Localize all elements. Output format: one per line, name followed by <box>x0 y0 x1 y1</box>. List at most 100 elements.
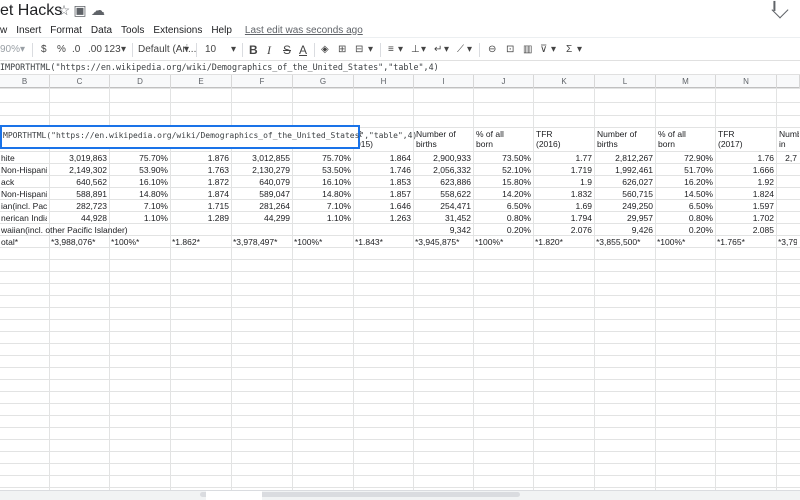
data-cell[interactable]: 52.10% <box>475 165 531 175</box>
column-header-n[interactable]: N <box>716 75 777 88</box>
data-cell[interactable]: 16.10% <box>111 177 168 187</box>
data-cell[interactable]: 282,723 <box>51 201 107 211</box>
text-wrapping-icon[interactable]: ↵ <box>434 42 442 58</box>
data-cell[interactable]: 1.69 <box>535 201 592 211</box>
data-cell[interactable]: 2.085 <box>717 225 774 235</box>
column-label-cell[interactable]: TFR (2016) <box>536 129 594 151</box>
data-cell[interactable]: 1.263 <box>355 213 411 223</box>
data-cell[interactable]: *3,791 <box>778 237 797 247</box>
chevron-down-icon[interactable]: ▾ <box>577 42 582 58</box>
borders-icon[interactable]: ⊞ <box>338 42 346 58</box>
data-cell[interactable]: *1.843* <box>355 237 411 247</box>
data-cell[interactable]: 3,012,855 <box>233 153 290 163</box>
data-cell[interactable]: 7.10% <box>294 201 351 211</box>
data-cell[interactable]: 29,957 <box>596 213 653 223</box>
data-cell[interactable]: 6.50% <box>475 201 531 211</box>
insert-link-icon[interactable]: ⊖ <box>488 42 496 58</box>
data-cell[interactable]: 0.20% <box>475 225 531 235</box>
insert-comment-icon[interactable]: ⊡ <box>506 42 514 58</box>
insert-chart-icon[interactable]: ▥ <box>523 42 532 58</box>
data-cell[interactable]: 1.702 <box>717 213 774 223</box>
row-label-cell[interactable]: nerican Indian <box>1 213 47 223</box>
font-size-select[interactable]: 10 <box>205 42 216 58</box>
zoom-select[interactable]: 90% <box>0 42 20 58</box>
data-cell[interactable]: 1.876 <box>172 153 229 163</box>
data-cell[interactable]: 0.20% <box>657 225 713 235</box>
data-cell[interactable]: *1.820* <box>535 237 592 247</box>
menu-format[interactable]: Format <box>50 25 82 36</box>
column-header-l[interactable]: L <box>595 75 656 88</box>
data-cell[interactable]: 14.80% <box>294 189 351 199</box>
data-cell[interactable]: 72.90% <box>657 153 713 163</box>
column-label-cell[interactable]: % of all born <box>476 129 533 151</box>
document-title[interactable]: et Hacks <box>0 2 62 20</box>
data-cell[interactable]: *100%* <box>475 237 531 247</box>
data-cell[interactable]: 254,471 <box>415 201 471 211</box>
column-header-m[interactable]: M <box>656 75 716 88</box>
data-cell[interactable]: *1.862* <box>172 237 229 247</box>
formula-bar[interactable]: IMPORTHTML("https://en.wikipedia.org/wik… <box>0 61 800 75</box>
data-cell[interactable]: 2,7 <box>778 153 797 163</box>
column-header-next[interactable] <box>777 75 800 88</box>
column-label-cell[interactable]: Numbin 201 <box>779 129 799 151</box>
data-cell[interactable]: 51.70% <box>657 165 713 175</box>
data-cell[interactable]: 2,130,279 <box>233 165 290 175</box>
chevron-down-icon[interactable]: ▾ <box>467 42 472 58</box>
data-cell[interactable]: 1.92 <box>717 177 774 187</box>
data-cell[interactable]: 1.10% <box>111 213 168 223</box>
data-cell[interactable]: 1.794 <box>535 213 592 223</box>
data-cell[interactable]: 1.76 <box>717 153 774 163</box>
chevron-down-icon[interactable]: ▾ <box>368 42 373 58</box>
data-cell[interactable]: 0.80% <box>475 213 531 223</box>
data-cell[interactable]: 3,019,863 <box>51 153 107 163</box>
data-cell[interactable]: 623,886 <box>415 177 471 187</box>
functions-icon[interactable]: Σ <box>566 42 572 58</box>
data-cell[interactable]: 16.20% <box>657 177 713 187</box>
data-cell[interactable]: 281,264 <box>233 201 290 211</box>
data-cell[interactable]: 7.10% <box>111 201 168 211</box>
sheet-tab[interactable] <box>206 491 262 500</box>
data-cell[interactable]: 53.90% <box>111 165 168 175</box>
menu-insert[interactable]: Insert <box>16 25 41 36</box>
data-cell[interactable]: 14.20% <box>475 189 531 199</box>
data-cell[interactable]: 2,056,332 <box>415 165 471 175</box>
folder-icon[interactable]: ▣ <box>72 2 88 19</box>
menu-view[interactable]: w <box>0 25 7 36</box>
strikethrough-button[interactable]: S <box>283 42 291 58</box>
data-cell[interactable]: 31,452 <box>415 213 471 223</box>
data-cell[interactable]: 626,027 <box>596 177 653 187</box>
row-label-cell[interactable]: waiian(incl. other Pacific Islander) <box>1 225 413 235</box>
data-cell[interactable]: 1.77 <box>535 153 592 163</box>
row-label-cell[interactable]: Non-Hispanic <box>1 165 47 175</box>
text-color-button[interactable]: A <box>299 42 307 58</box>
data-cell[interactable]: 1.857 <box>355 189 411 199</box>
text-rotation-icon[interactable]: ⟋ <box>457 42 464 58</box>
data-cell[interactable]: 75.70% <box>294 153 351 163</box>
data-cell[interactable]: 1.10% <box>294 213 351 223</box>
data-cell[interactable]: *3,945,875* <box>415 237 471 247</box>
data-cell[interactable]: 1.9 <box>535 177 592 187</box>
percent-button[interactable]: % <box>57 42 66 58</box>
data-cell[interactable]: 1.872 <box>172 177 229 187</box>
data-cell[interactable]: *1.765* <box>717 237 774 247</box>
formula-input[interactable]: IMPORTHTML("https://en.wikipedia.org/wik… <box>0 62 439 72</box>
data-cell[interactable]: 249,250 <box>596 201 653 211</box>
currency-button[interactable]: $ <box>41 42 47 58</box>
chevron-down-icon[interactable]: ▾ <box>421 42 426 58</box>
menu-help[interactable]: Help <box>211 25 232 36</box>
data-cell[interactable]: 2,812,267 <box>596 153 653 163</box>
bold-button[interactable]: B <box>249 42 258 58</box>
column-header-g[interactable]: G <box>293 75 354 88</box>
active-cell-formula[interactable]: MPORTHTML("https://en.wikipedia.org/wiki… <box>3 131 417 140</box>
chevron-down-icon[interactable]: ▾ <box>121 42 126 58</box>
chevron-down-icon[interactable]: ▾ <box>20 42 25 58</box>
data-cell[interactable]: 2.076 <box>535 225 592 235</box>
column-label-cell[interactable]: TFR (2017) <box>718 129 776 151</box>
row-label-cell[interactable]: ack <box>1 177 47 187</box>
data-cell[interactable]: 6.50% <box>657 201 713 211</box>
menu-extensions[interactable]: Extensions <box>153 25 202 36</box>
data-cell[interactable]: 558,622 <box>415 189 471 199</box>
data-cell[interactable]: 1.715 <box>172 201 229 211</box>
row-label-cell[interactable]: hite <box>1 153 47 163</box>
data-cell[interactable]: 1.864 <box>355 153 411 163</box>
